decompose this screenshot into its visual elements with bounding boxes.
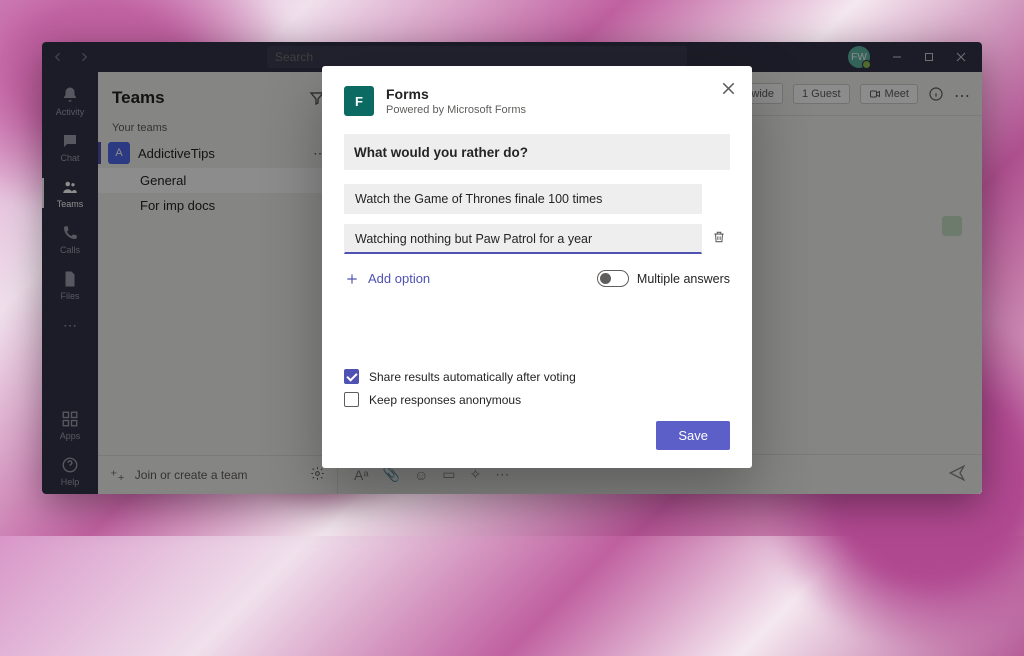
- poll-option-2[interactable]: [344, 224, 702, 254]
- teams-window: FW Activity Chat Teams Calls Files ⋯: [42, 42, 982, 494]
- poll-question-input[interactable]: [344, 134, 730, 170]
- plus-icon: [344, 271, 360, 287]
- add-option-button[interactable]: Add option: [344, 271, 430, 287]
- multiple-answers-label: Multiple answers: [637, 272, 730, 286]
- forms-modal: F Forms Powered by Microsoft Forms Add o…: [322, 66, 752, 468]
- forms-logo-icon: F: [344, 86, 374, 116]
- modal-title: Forms: [386, 86, 526, 102]
- save-button[interactable]: Save: [656, 421, 730, 450]
- modal-subtitle: Powered by Microsoft Forms: [386, 104, 526, 116]
- share-results-checkbox[interactable]: [344, 369, 359, 384]
- add-option-label: Add option: [368, 271, 430, 286]
- close-icon[interactable]: [716, 76, 740, 100]
- delete-option-icon[interactable]: [712, 230, 730, 249]
- poll-option-1[interactable]: [344, 184, 702, 214]
- multiple-answers-toggle[interactable]: [597, 270, 629, 287]
- anonymous-label: Keep responses anonymous: [369, 393, 521, 407]
- anonymous-checkbox[interactable]: [344, 392, 359, 407]
- share-results-label: Share results automatically after voting: [369, 370, 576, 384]
